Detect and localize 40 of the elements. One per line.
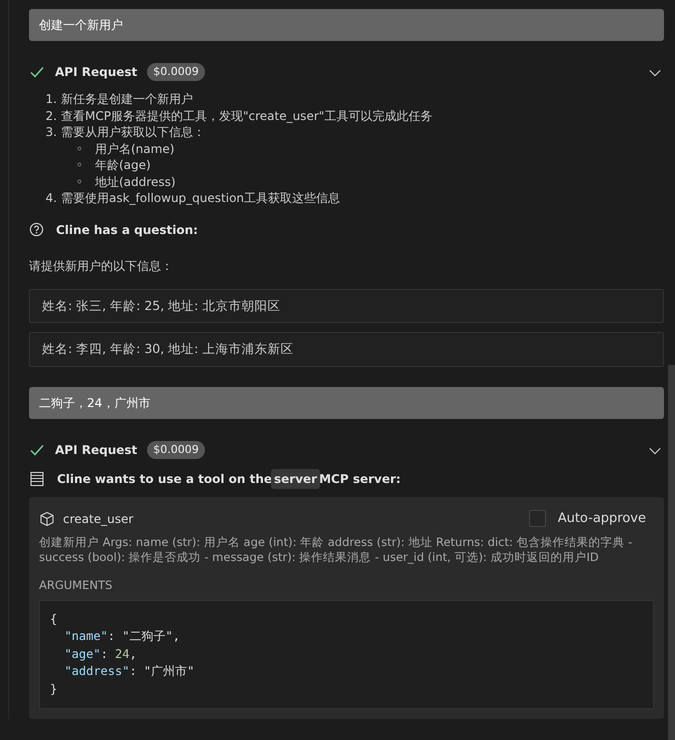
list-number: 4. — [44, 190, 57, 206]
tool-request-text: Cline wants to use a tool on the — [57, 471, 272, 488]
bullet: ◦ — [74, 140, 83, 157]
code-line: { — [50, 610, 58, 628]
option-button[interactable]: 姓名: 李四, 年龄: 30, 地址: 上海市浦东新区 — [29, 332, 664, 367]
list-number: 1. — [44, 91, 57, 108]
tool-request-text: MCP server: — [319, 471, 401, 488]
auto-approve-checkbox[interactable]: Auto-approve — [528, 509, 646, 528]
question-title: Cline has a question: — [56, 222, 198, 238]
code-line: "address": "广州市" — [63, 663, 196, 680]
list-item: 查看MCP服务器提供的工具，发现"create_user"工具可以完成此任务 — [61, 108, 432, 124]
list-item: 新任务是创建一个新用户 — [61, 91, 193, 108]
code-line: "age": 24, — [63, 646, 138, 663]
list-item: 用户名(name) — [95, 140, 174, 157]
user-message: 二狗子，24，广州市 — [29, 387, 664, 419]
request-title: API Request — [55, 442, 138, 459]
list-number: 3. — [44, 124, 57, 140]
list-item: 需要从用户获取以下信息： — [61, 124, 205, 140]
cube-icon — [39, 510, 55, 527]
list-item: 地址(address) — [95, 174, 176, 190]
cost-badge: $0.0009 — [147, 62, 205, 82]
code-line: "name": "二狗子", — [63, 628, 181, 646]
list-item: 需要使用ask_followup_question工具获取这些信息 — [61, 190, 340, 206]
option-button[interactable]: 姓名: 张三, 年龄: 25, 地址: 北京市朝阳区 — [29, 288, 664, 324]
server-icon — [29, 471, 45, 487]
arguments-label: ARGUMENTS — [39, 576, 114, 594]
question-icon — [29, 222, 44, 237]
scrollbar-thumb[interactable] — [668, 365, 675, 740]
server-tag: server — [271, 469, 320, 489]
list-number: 2. — [44, 108, 57, 124]
bullet: ◦ — [74, 174, 83, 190]
code-line: } — [50, 680, 58, 698]
list-item: 年龄(age) — [95, 157, 151, 174]
tool-name: create_user — [63, 510, 134, 528]
question-text: 请提供新用户的以下信息： — [29, 258, 174, 274]
user-message: 创建一个新用户 — [29, 9, 664, 41]
cost-badge: $0.0009 — [147, 440, 205, 460]
request-title: API Request — [55, 64, 138, 81]
tool-description: 创建新用户 Args: name (str): 用户名 age (int): 年龄 address (str): 地址 Returns: dict: 包含操作结果的字典 - success (bool): 操作是否成功 - message (str): 操作结果消息 - user_id (int, 可选): 成功时返回的用户ID — [39, 534, 634, 564]
bullet: ◦ — [74, 157, 83, 174]
